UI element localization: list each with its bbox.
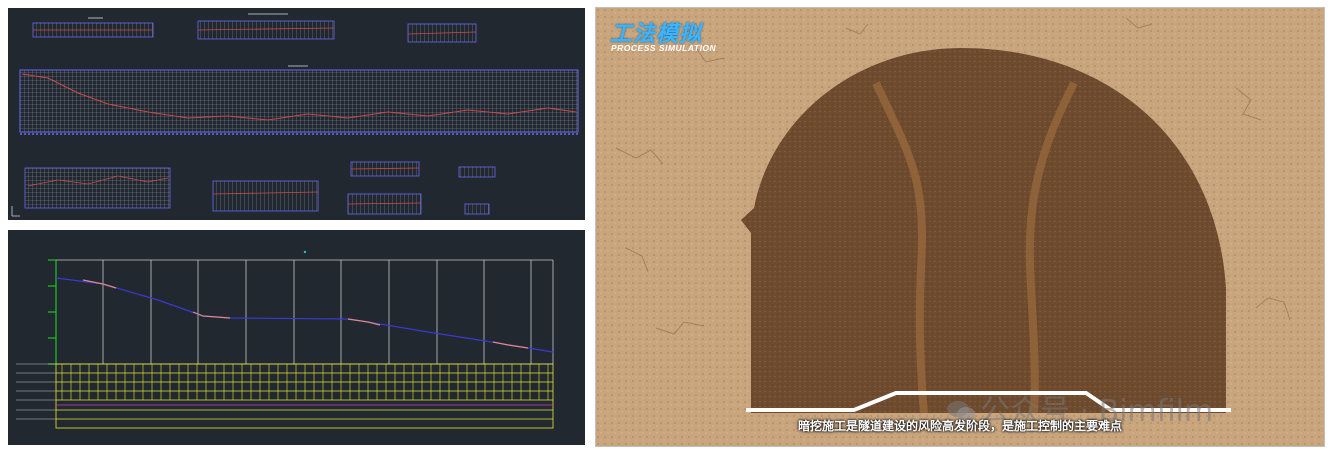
sheet-thumb-1 (32, 17, 154, 38)
sheet-thumb-5 (212, 180, 319, 212)
sheet-long-profile (19, 65, 579, 135)
cad-profile-view[interactable] (8, 230, 585, 445)
profile-grid (56, 259, 554, 365)
tunnel-illustration (596, 8, 1324, 446)
profile-data-table (55, 363, 554, 429)
sheet-thumb-7 (347, 193, 422, 215)
profile-canvas (16, 250, 554, 429)
subtitle: 暗挖施工是隧道建设的风险高发阶段，是施工控制的主要难点 (797, 419, 1122, 433)
sheet-thumb-9 (464, 203, 490, 215)
ucs-icon (11, 206, 20, 217)
cad-overview-canvas (11, 13, 579, 217)
profile-line (55, 277, 554, 353)
cad-drawing-overview[interactable] (8, 8, 585, 220)
sheet-thumb-4 (24, 167, 171, 209)
logo-en: PROCESS SIMULATION (611, 43, 717, 53)
sheet-thumb-3 (407, 23, 477, 43)
sheet-thumb-6 (350, 161, 420, 177)
sheet-thumb-8 (458, 166, 496, 178)
sheet-thumb-2 (197, 13, 335, 40)
process-simulation-video[interactable]: 工法模拟 PROCESS SIMULATION 公众号 · Bimfilm 暗挖… (595, 7, 1325, 447)
